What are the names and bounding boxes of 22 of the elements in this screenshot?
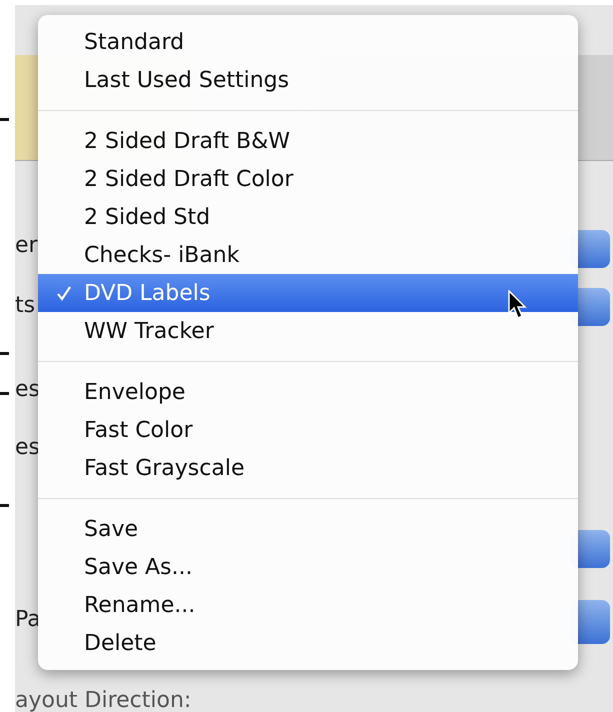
menu-item[interactable]: DVD Labels	[38, 274, 578, 312]
field-label: es	[15, 377, 40, 402]
menu-item[interactable]: 2 Sided Draft Color	[38, 160, 578, 198]
menu-item[interactable]: Save As...	[38, 548, 578, 586]
menu-item[interactable]: Fast Color	[38, 411, 578, 449]
field-label: Pa	[15, 607, 41, 632]
menu-item[interactable]: Envelope	[38, 373, 578, 411]
menu-item[interactable]: 2 Sided Std	[38, 198, 578, 236]
mouse-pointer-icon	[508, 290, 528, 320]
menu-item[interactable]: Rename...	[38, 586, 578, 624]
menu-item[interactable]: Last Used Settings	[38, 61, 578, 99]
menu-item[interactable]: 2 Sided Draft B&W	[38, 122, 578, 160]
field-label: ayout Direction:	[15, 688, 192, 712]
field-label: ts	[15, 293, 36, 318]
field-label: es	[15, 435, 40, 460]
menu-item[interactable]: Fast Grayscale	[38, 449, 578, 487]
menu-item[interactable]: Checks- iBank	[38, 236, 578, 274]
menu-item[interactable]: Save	[38, 510, 578, 548]
field-label: er	[15, 233, 38, 258]
menu-item[interactable]: Standard	[38, 23, 578, 61]
menu-item[interactable]: WW Tracker	[38, 312, 578, 350]
menu-item[interactable]: Delete	[38, 624, 578, 662]
